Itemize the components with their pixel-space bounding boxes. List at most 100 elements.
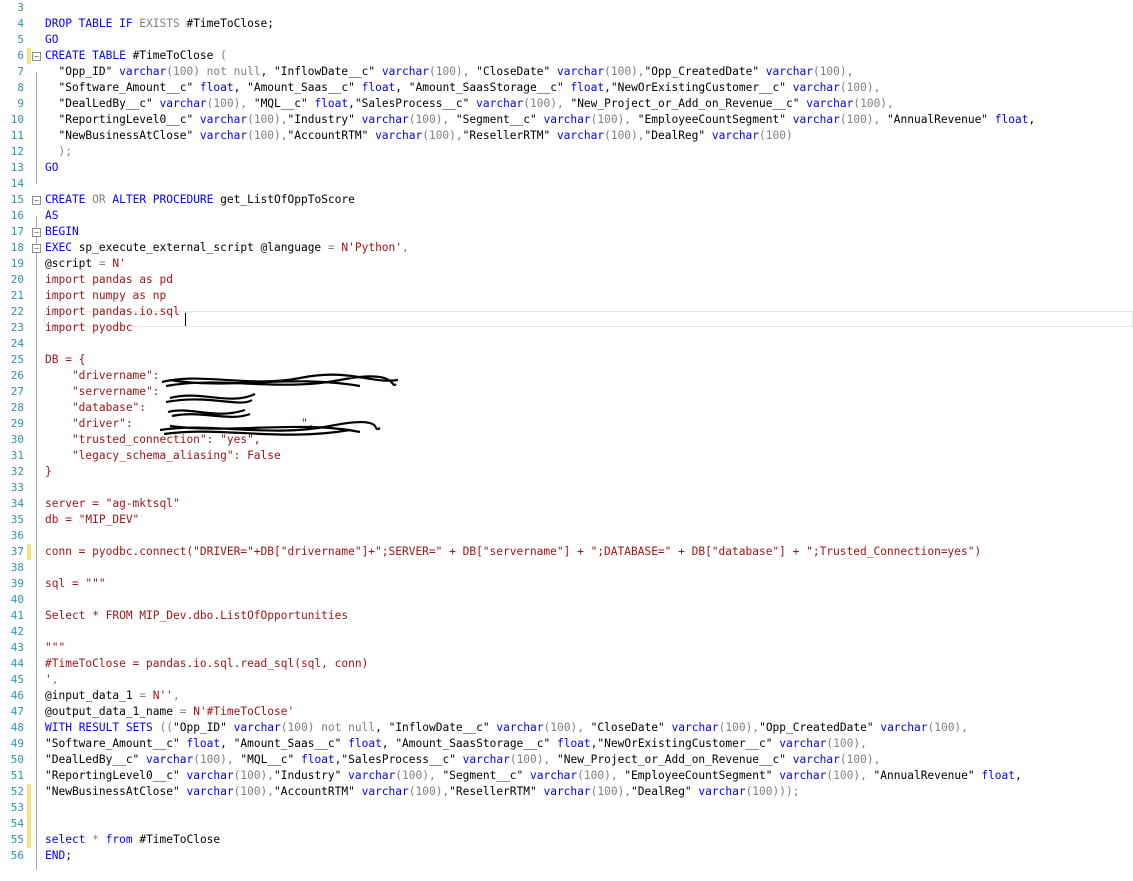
code-text[interactable]: @script = N' — [45, 256, 126, 272]
code-text[interactable]: import numpy as np — [45, 288, 166, 304]
code-text[interactable]: """ — [45, 640, 65, 656]
code-token: varchar — [779, 737, 827, 750]
code-text[interactable]: import pandas.io.sql — [45, 304, 180, 320]
code-text[interactable]: sql = """ — [45, 576, 106, 592]
code-line[interactable]: 55 select * from #TimeToClose — [0, 832, 1133, 848]
code-line[interactable]: 32} — [0, 464, 1133, 480]
code-line[interactable]: 52 "NewBusinessAtClose" varchar(100),"Acc… — [0, 784, 1133, 800]
collapse-toggle-icon[interactable]: − — [32, 196, 41, 205]
sql-editor[interactable]: 3 4 DROP TABLE IF EXISTS #TimeToClose; 5 GO 6… — [0, 0, 1133, 876]
code-line[interactable]: 35 db = "MIP_DEV" — [0, 512, 1133, 528]
code-line[interactable]: 17− BEGIN — [0, 224, 1133, 240]
code-line[interactable]: 21 import numpy as np — [0, 288, 1133, 304]
code-text[interactable]: conn = pyodbc.connect("DRIVER="+DB["driv… — [45, 544, 981, 560]
code-text[interactable]: @input_data_1 = N'', — [45, 688, 180, 704]
code-line[interactable]: 49 "Software_Amount__c" float, "Amount_Sa… — [0, 736, 1133, 752]
code-line[interactable]: 44 #TimeToClose = pandas.io.sql.read_sql(… — [0, 656, 1133, 672]
code-line[interactable]: 19 @script = N' — [0, 256, 1133, 272]
code-text[interactable]: import pyodbc — [45, 320, 133, 336]
code-text[interactable]: DB = { — [45, 352, 85, 368]
code-line[interactable]: 50 "DealLedBy__c" varchar(100), "MQL__c" … — [0, 752, 1133, 768]
code-line[interactable]: 6− CREATE TABLE #TimeToClose ( — [0, 48, 1133, 64]
line-number: 23 — [10, 321, 24, 334]
code-text[interactable]: BEGIN — [45, 224, 79, 240]
code-text[interactable]: "drivername": — [45, 368, 160, 384]
code-line[interactable]: 42 — [0, 624, 1133, 640]
code-line[interactable]: 33 — [0, 480, 1133, 496]
code-text[interactable]: @output_data_1_name = N'#TimeToClose' — [45, 704, 294, 720]
code-text[interactable]: "DealLedBy__c" varchar(100), "MQL__c" fl… — [45, 96, 893, 112]
code-line[interactable]: 8 "Software_Amount__c" float, "Amount_Sa… — [0, 80, 1133, 96]
code-line[interactable]: 24 — [0, 336, 1133, 352]
code-line[interactable]: 16 AS — [0, 208, 1133, 224]
code-text[interactable]: "ReportingLevel0__c" varchar(100),"Indus… — [45, 768, 1022, 784]
code-line[interactable]: 4 DROP TABLE IF EXISTS #TimeToClose; — [0, 16, 1133, 32]
code-line[interactable]: 18− EXEC sp_execute_external_script @lang… — [0, 240, 1133, 256]
code-line[interactable]: 39 sql = """ — [0, 576, 1133, 592]
code-text[interactable]: CREATE OR ALTER PROCEDURE get_ListOfOppT… — [45, 192, 355, 208]
code-line[interactable]: 7 "Opp_ID" varchar(100) not null, "Inflo… — [0, 64, 1133, 80]
code-line[interactable]: 20 import pandas as pd — [0, 272, 1133, 288]
code-text[interactable]: CREATE TABLE #TimeToClose ( — [45, 48, 227, 64]
code-text[interactable]: AS — [45, 208, 58, 224]
code-text[interactable]: #TimeToClose = pandas.io.sql.read_sql(sq… — [45, 656, 368, 672]
code-text[interactable]: "NewBusinessAtClose" varchar(100),"Accou… — [45, 784, 799, 800]
code-line[interactable]: 38 — [0, 560, 1133, 576]
collapse-toggle-icon[interactable]: − — [32, 228, 41, 237]
code-line[interactable]: 5 GO — [0, 32, 1133, 48]
code-text[interactable]: "ReportingLevel0__c" varchar(100),"Indus… — [45, 112, 1035, 128]
code-text[interactable]: GO — [45, 32, 58, 48]
code-line[interactable]: 22 import pandas.io.sql — [0, 304, 1133, 320]
code-line[interactable]: 40 — [0, 592, 1133, 608]
code-line[interactable]: 37 conn = pyodbc.connect("DRIVER="+DB["dr… — [0, 544, 1133, 560]
code-line[interactable]: 12 ); — [0, 144, 1133, 160]
code-text[interactable]: } — [45, 464, 52, 480]
code-line[interactable]: 10 "ReportingLevel0__c" varchar(100),"In… — [0, 112, 1133, 128]
code-line[interactable]: 54 — [0, 816, 1133, 832]
code-text[interactable]: "Software_Amount__c" float, "Amount_Saas… — [45, 736, 867, 752]
code-line[interactable]: 41 Select * FROM MIP_Dev.dbo.ListOfOpport… — [0, 608, 1133, 624]
code-line[interactable]: 45 ', — [0, 672, 1133, 688]
code-text[interactable]: DROP TABLE IF EXISTS #TimeToClose; — [45, 16, 274, 32]
code-line[interactable]: 51 "ReportingLevel0__c" varchar(100),"Ind… — [0, 768, 1133, 784]
code-line[interactable]: 25 DB = { — [0, 352, 1133, 368]
code-line[interactable]: 48 WITH RESULT SETS (("Opp_ID" varchar(10… — [0, 720, 1133, 736]
code-text[interactable]: Select * FROM MIP_Dev.dbo.ListOfOpportun… — [45, 608, 348, 624]
code-text[interactable]: ', — [45, 672, 59, 688]
line-number: 16 — [10, 209, 24, 222]
code-text[interactable]: import pandas as pd — [45, 272, 173, 288]
code-line[interactable]: 3 — [0, 0, 1133, 16]
code-line[interactable]: 15− CREATE OR ALTER PROCEDURE get_ListOfO… — [0, 192, 1133, 208]
code-text[interactable]: "Opp_ID" varchar(100) not null, "InflowD… — [45, 64, 853, 80]
code-text[interactable]: "DealLedBy__c" varchar(100), "MQL__c" fl… — [45, 752, 880, 768]
code-text[interactable]: EXEC sp_execute_external_script @languag… — [45, 240, 409, 256]
code-text[interactable]: server = "ag-mktsql" — [45, 496, 180, 512]
code-line[interactable]: 56 END; — [0, 848, 1133, 864]
code-line[interactable]: 9 "DealLedBy__c" varchar(100), "MQL__c" … — [0, 96, 1133, 112]
code-token: GO — [45, 161, 59, 174]
code-text[interactable]: WITH RESULT SETS (("Opp_ID" varchar(100)… — [45, 720, 968, 736]
code-line[interactable]: 36 — [0, 528, 1133, 544]
code-text[interactable]: "servername": — [45, 384, 160, 400]
code-line[interactable]: 13 GO — [0, 160, 1133, 176]
collapse-toggle-icon[interactable]: − — [32, 52, 41, 61]
code-text[interactable]: ); — [45, 144, 71, 160]
code-text[interactable]: "NewBusinessAtClose" varchar(100),"Accou… — [45, 128, 792, 144]
code-line[interactable]: 46 @input_data_1 = N'', — [0, 688, 1133, 704]
code-line[interactable]: 53 — [0, 800, 1133, 816]
code-line[interactable]: 43 """ — [0, 640, 1133, 656]
code-line[interactable]: 14 — [0, 176, 1133, 192]
code-line[interactable]: 47 @output_data_1_name = N'#TimeToClose' — [0, 704, 1133, 720]
code-token: varchar — [375, 129, 423, 142]
code-line[interactable]: 34 server = "ag-mktsql" — [0, 496, 1133, 512]
code-token: varchar — [119, 65, 167, 78]
code-text[interactable]: END; — [45, 848, 72, 864]
collapse-toggle-icon[interactable]: − — [32, 244, 41, 253]
code-text[interactable]: GO — [45, 160, 58, 176]
code-line[interactable]: 11 "NewBusinessAtClose" varchar(100),"Ac… — [0, 128, 1133, 144]
code-text[interactable]: db = "MIP_DEV" — [45, 512, 139, 528]
code-text[interactable]: select * from #TimeToClose — [45, 832, 220, 848]
code-text[interactable]: "database": — [45, 400, 146, 416]
code-line[interactable]: 23 import pyodbc — [0, 320, 1133, 336]
code-text[interactable]: "Software_Amount__c" float, "Amount_Saas… — [45, 80, 880, 96]
